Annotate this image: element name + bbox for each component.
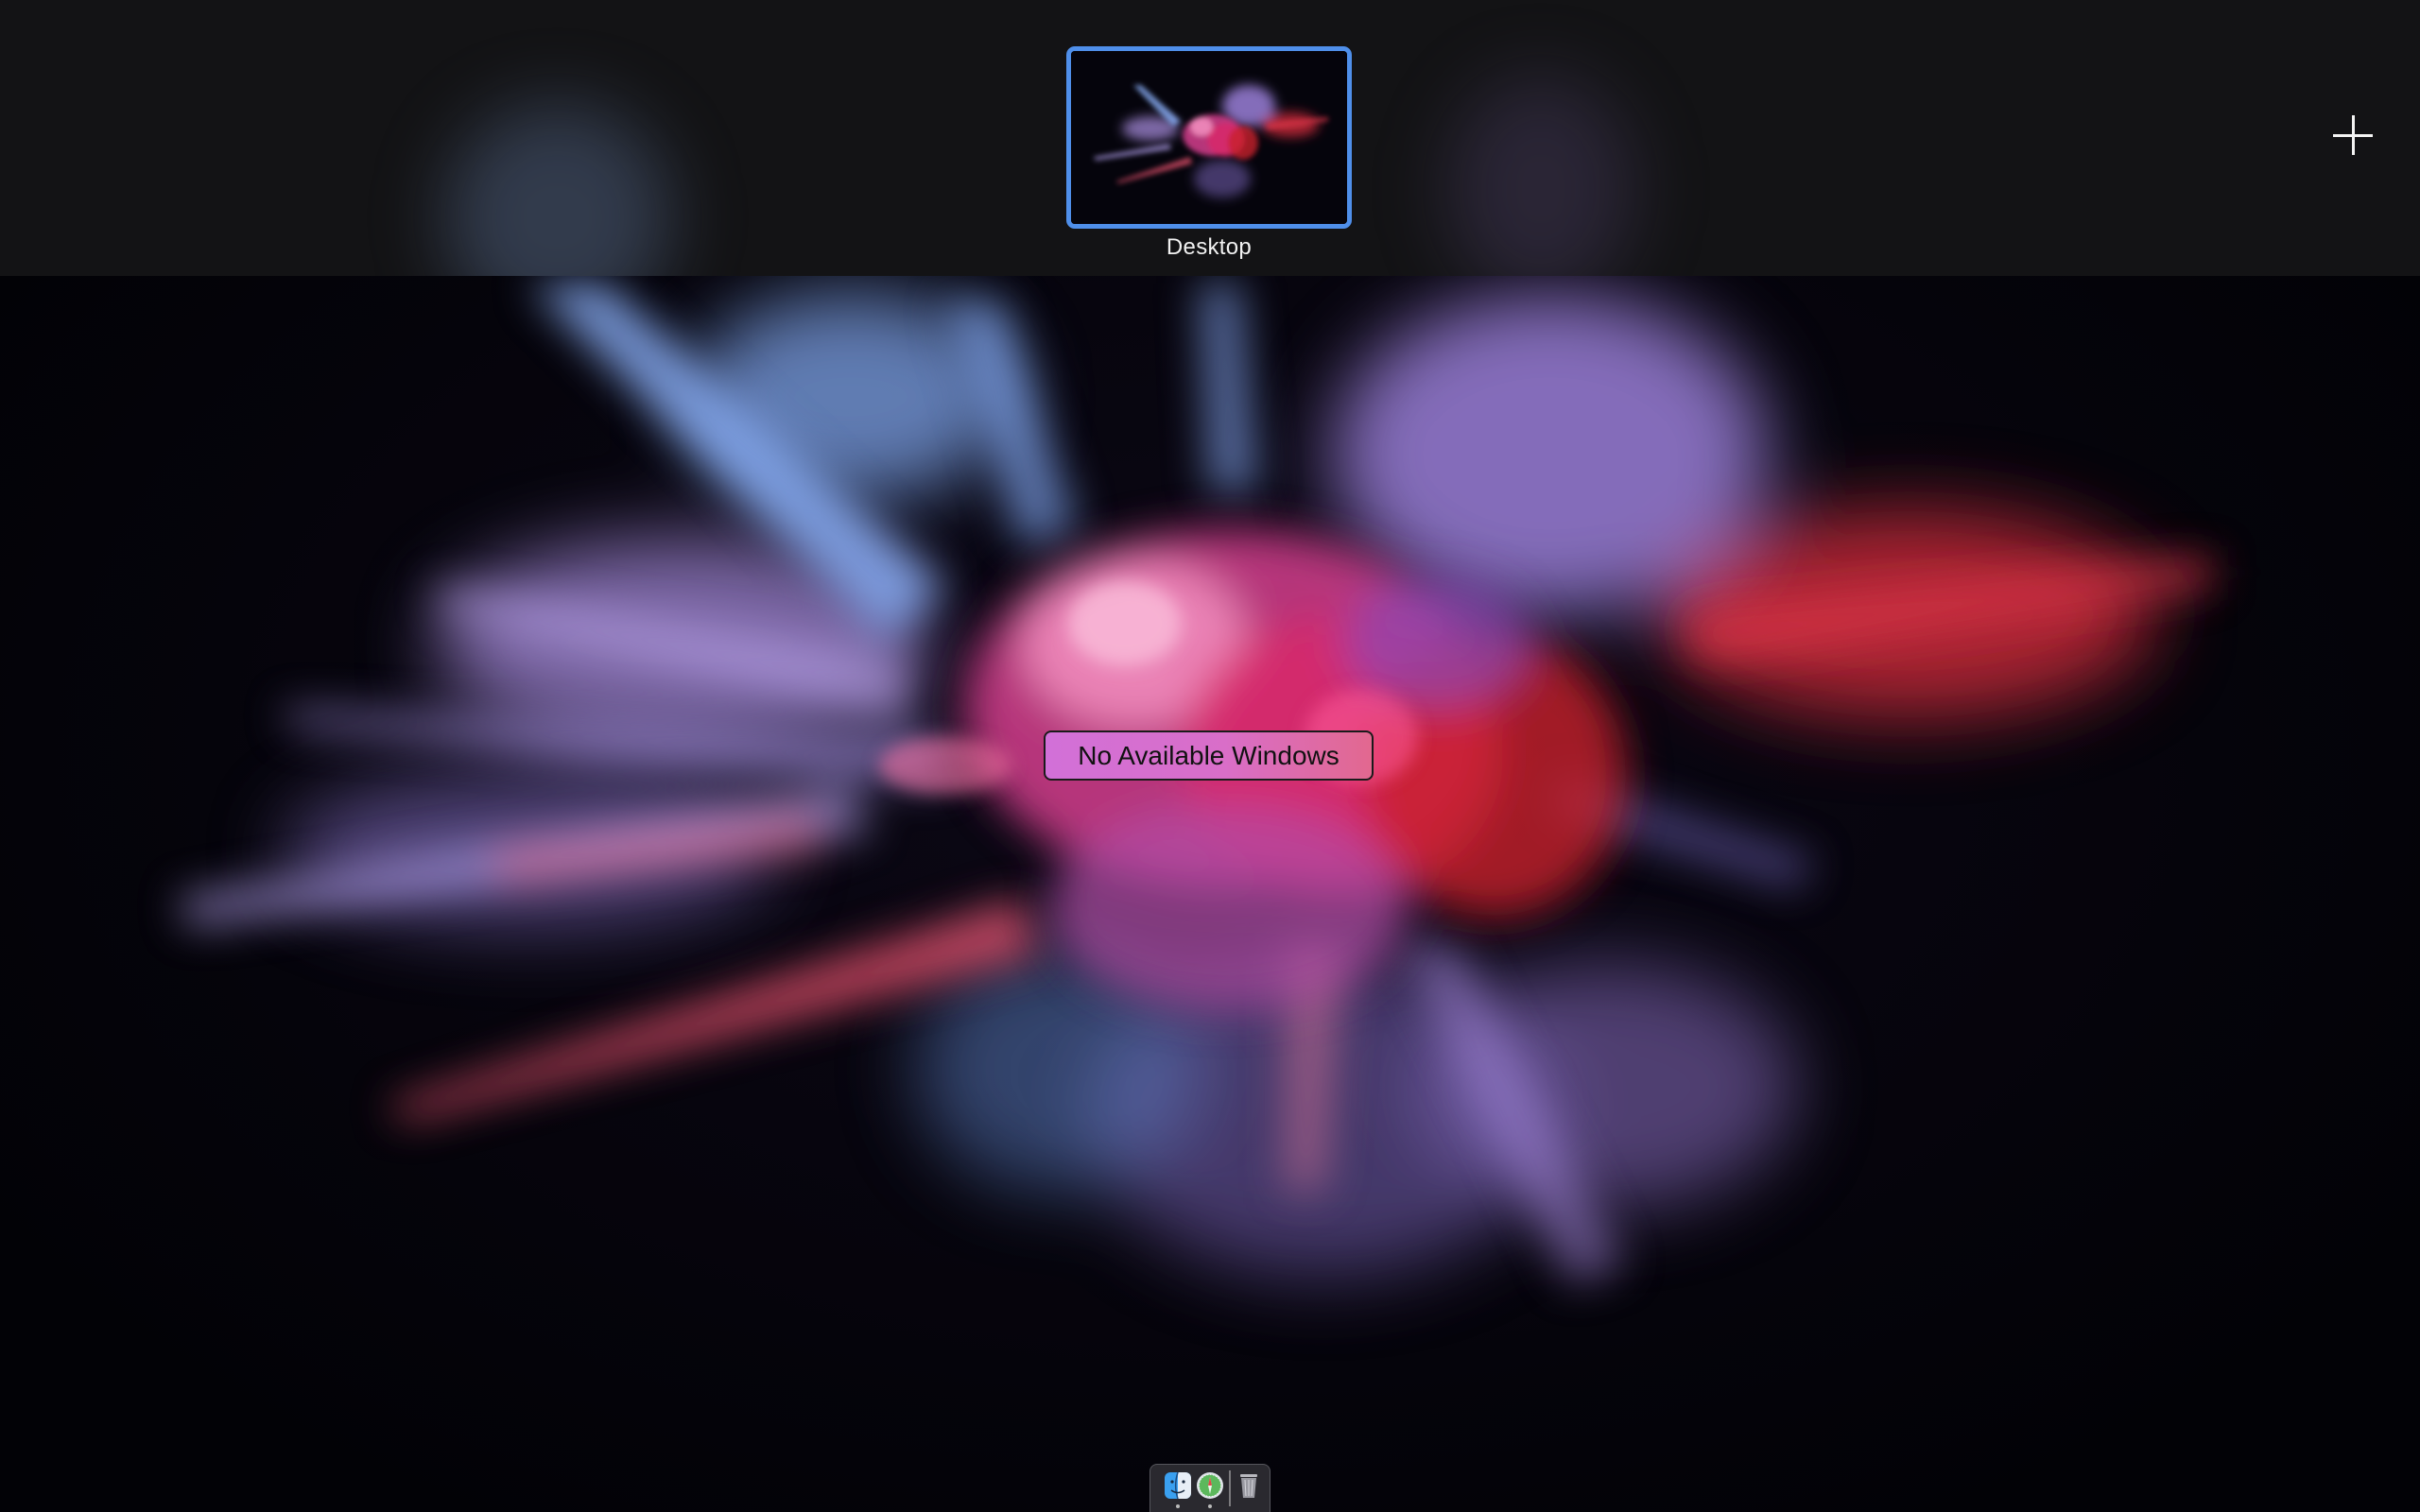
space-label: Desktop [1166, 234, 1253, 260]
plus-icon[interactable] [2331, 113, 2375, 157]
dock [1150, 1464, 1270, 1512]
running-indicator [1176, 1504, 1180, 1508]
trash-icon[interactable] [1236, 1471, 1261, 1500]
spaces-bar: Desktop [0, 0, 2420, 276]
screen: Desktop No Available Windows [0, 0, 2420, 1512]
bar-glow [1446, 76, 1635, 276]
thumbnail-wallpaper [1071, 51, 1347, 224]
bar-glow [444, 104, 671, 276]
no-windows-message: No Available Windows [1044, 730, 1374, 781]
desktop-space-thumbnail[interactable] [1066, 46, 1352, 229]
dock-separator [1229, 1470, 1231, 1506]
finder-icon[interactable] [1164, 1471, 1192, 1500]
safari-icon[interactable] [1196, 1471, 1224, 1500]
running-indicator [1208, 1504, 1212, 1508]
